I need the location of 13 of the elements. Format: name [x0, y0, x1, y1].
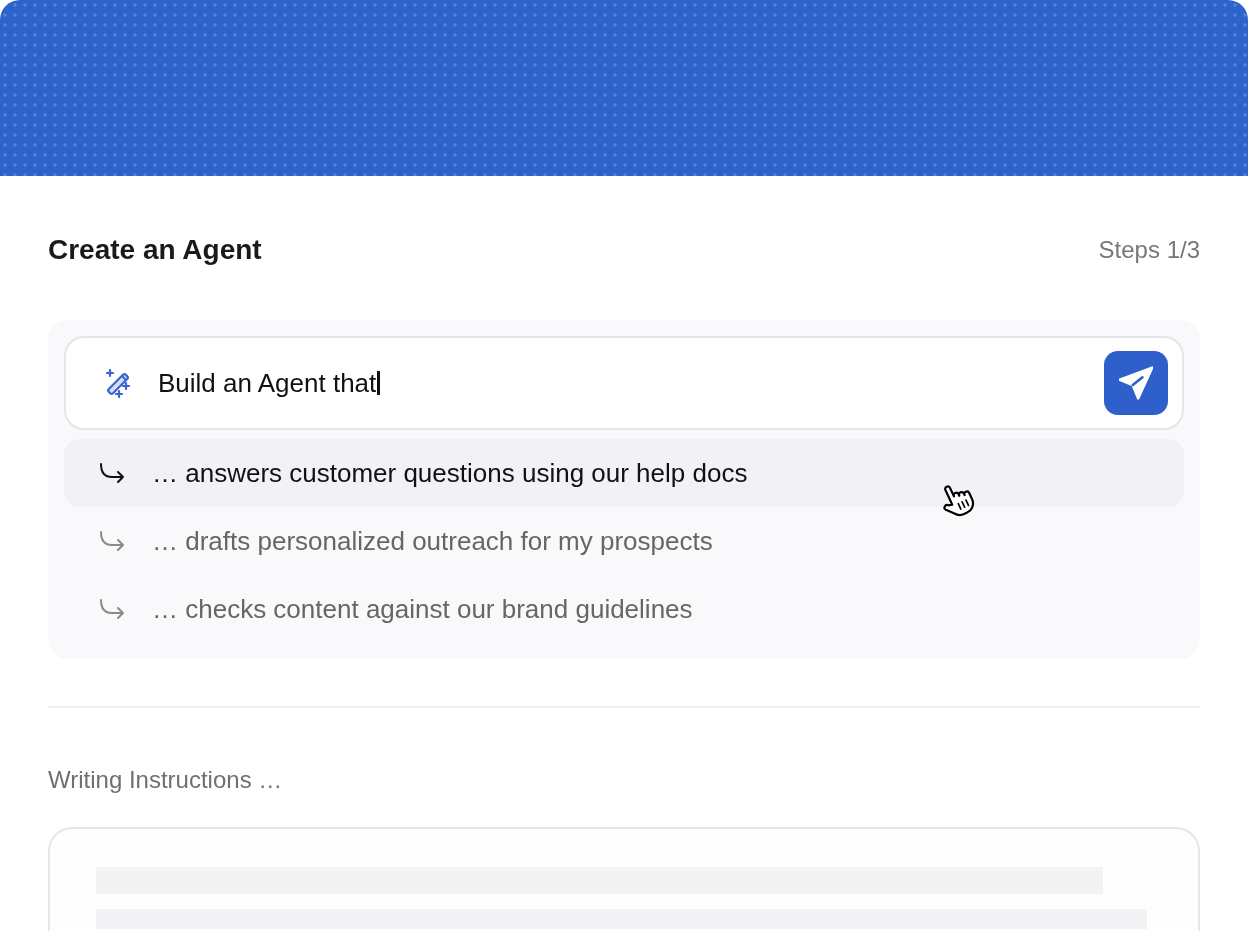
page-title: Create an Agent [48, 233, 262, 267]
send-button[interactable] [1104, 351, 1168, 415]
return-arrow-icon [98, 598, 126, 620]
return-arrow-icon [98, 530, 126, 552]
suggestion-item[interactable]: … drafts personalized outreach for my prospects [64, 507, 1184, 575]
suggestion-item[interactable]: … answers customer questions using our help docs [64, 439, 1184, 507]
send-icon [1119, 366, 1153, 400]
return-arrow-icon [98, 462, 126, 484]
suggestion-item[interactable]: … checks content against our brand guidelines [64, 575, 1184, 643]
section-label: Writing Instructions … [48, 765, 284, 795]
instructions-field[interactable] [48, 827, 1200, 931]
prompt-input[interactable]: Build an Agent that [158, 365, 1104, 401]
steps-indicator: Steps 1/3 [1098, 235, 1200, 265]
